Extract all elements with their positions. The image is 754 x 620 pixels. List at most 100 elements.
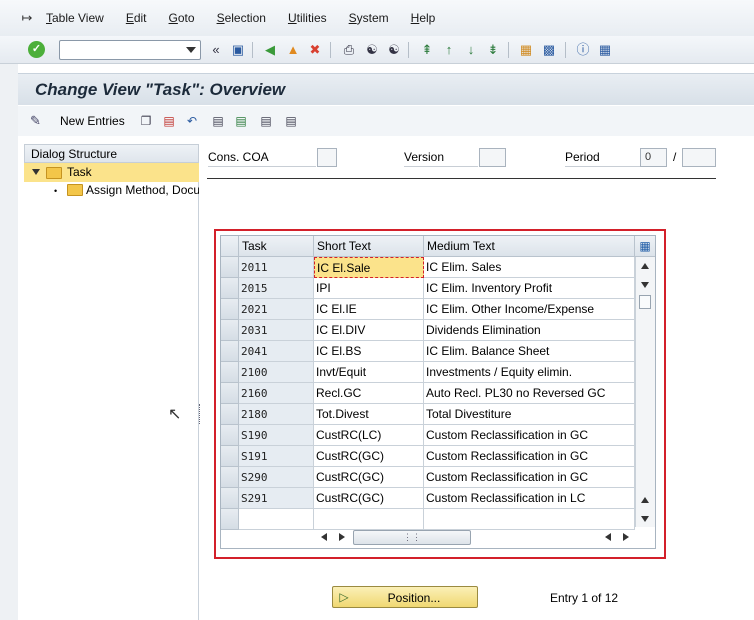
tree-node-task[interactable]: Task <box>24 163 199 182</box>
column-header-short-text[interactable]: Short Text <box>314 236 424 257</box>
print-icon[interactable]: ⎙ <box>341 42 357 58</box>
row-selector[interactable] <box>221 320 239 341</box>
previous-page-icon[interactable]: ↑ <box>441 42 457 58</box>
cell-short-text[interactable]: Invt/Equit <box>314 362 424 383</box>
new-entries-button[interactable]: New Entries <box>60 114 125 128</box>
period-field[interactable]: 0 <box>640 148 667 167</box>
cell-medium-text[interactable]: Custom Reclassification in GC <box>424 467 635 488</box>
cell-medium-text[interactable]: IC Elim. Inventory Profit <box>424 278 635 299</box>
row-selector[interactable] <box>221 257 239 278</box>
cell-short-text[interactable]: IC El.IE <box>314 299 424 320</box>
row-selector[interactable] <box>221 446 239 467</box>
vertical-scrollbar[interactable] <box>635 257 655 527</box>
cell-medium-text[interactable]: IC Elim. Balance Sheet <box>424 341 635 362</box>
cell-medium-text[interactable]: Custom Reclassification in GC <box>424 446 635 467</box>
cell-short-text[interactable]: CustRC(GC) <box>314 446 424 467</box>
find-next-icon[interactable]: ☯ <box>386 42 402 58</box>
chevron-down-icon[interactable] <box>186 47 196 53</box>
scroll-left-end-icon[interactable] <box>605 533 611 541</box>
delete-icon[interactable]: ▤ <box>161 113 177 129</box>
enter-icon[interactable]: ✓ <box>28 41 45 58</box>
version-field[interactable] <box>479 148 506 167</box>
cancel-icon[interactable]: ✖ <box>307 42 323 58</box>
cell-short-text[interactable] <box>314 509 424 530</box>
row-selector[interactable] <box>221 341 239 362</box>
cell-medium-text[interactable]: Dividends Elimination <box>424 320 635 341</box>
column-header-medium-text[interactable]: Medium Text <box>424 236 635 257</box>
column-header-task[interactable]: Task <box>239 236 314 257</box>
row-selector[interactable] <box>221 362 239 383</box>
find-icon[interactable]: ☯ <box>364 42 380 58</box>
cons-coa-field[interactable] <box>317 148 337 167</box>
cell-short-text[interactable]: CustRC(GC) <box>314 488 424 509</box>
fiscal-year-field[interactable] <box>682 148 716 167</box>
row-selector[interactable] <box>221 425 239 446</box>
scroll-page-up-icon[interactable] <box>641 497 649 503</box>
select-block-icon[interactable]: ▤ <box>233 113 249 129</box>
row-selector[interactable] <box>221 278 239 299</box>
row-selector[interactable] <box>221 467 239 488</box>
scroll-left-icon[interactable] <box>321 533 327 541</box>
table-settings-icon[interactable]: ▦ <box>635 236 655 257</box>
next-page-icon[interactable]: ↓ <box>463 42 479 58</box>
scroll-page-down-icon[interactable] <box>641 516 649 522</box>
row-selector[interactable] <box>221 509 239 530</box>
cell-medium-text[interactable] <box>424 509 635 530</box>
new-entries-icon[interactable]: ✎ <box>30 113 41 129</box>
cell-medium-text[interactable]: Investments / Equity elimin. <box>424 362 635 383</box>
menu-table-view[interactable]: Table View <box>46 11 104 25</box>
cell-medium-text[interactable]: Custom Reclassification in LC <box>424 488 635 509</box>
menu-system[interactable]: System <box>349 11 389 25</box>
copy-as-icon[interactable]: ❐ <box>138 113 154 129</box>
row-selector[interactable] <box>221 404 239 425</box>
select-all-icon[interactable]: ▤ <box>210 113 226 129</box>
first-page-icon[interactable]: ⇞ <box>419 42 435 58</box>
cell-medium-text[interactable]: Total Divestiture <box>424 404 635 425</box>
shortcut-icon[interactable]: ▩ <box>541 42 557 58</box>
menu-selection[interactable]: Selection <box>217 11 266 25</box>
cell-short-text[interactable]: IPI <box>314 278 424 299</box>
cell-medium-text[interactable]: IC Elim. Sales <box>424 257 635 278</box>
back-double-icon[interactable]: « <box>208 42 224 58</box>
horizontal-scrollbar[interactable]: ⋮⋮ <box>317 529 633 545</box>
scroll-right-icon[interactable] <box>339 533 345 541</box>
expand-icon[interactable] <box>32 169 40 175</box>
print-field-list-icon[interactable]: ▤ <box>283 113 299 129</box>
row-selector[interactable] <box>221 383 239 404</box>
exit-icon[interactable]: ▲ <box>285 42 301 58</box>
back-icon[interactable]: ◀ <box>262 42 278 58</box>
customize-layout-icon[interactable]: ▦ <box>597 42 613 58</box>
help-icon[interactable]: ⓘ <box>575 42 591 58</box>
cell-short-text[interactable]: IC El.Sale <box>314 257 424 278</box>
command-field[interactable] <box>59 40 201 60</box>
last-page-icon[interactable]: ⇟ <box>485 42 501 58</box>
cell-short-text[interactable]: IC El.DIV <box>314 320 424 341</box>
tree-node-assign[interactable]: • Assign Method, Document <box>24 182 199 201</box>
menu-utilities[interactable]: Utilities <box>288 11 327 25</box>
scroll-right-end-icon[interactable] <box>623 533 629 541</box>
horizontal-scroll-thumb[interactable]: ⋮⋮ <box>353 530 471 545</box>
menu-help[interactable]: Help <box>411 11 436 25</box>
deselect-all-icon[interactable]: ▤ <box>258 113 274 129</box>
splitter-handle[interactable] <box>199 404 201 424</box>
cell-short-text[interactable]: CustRC(GC) <box>314 467 424 488</box>
cell-medium-text[interactable]: Auto Recl. PL30 no Reversed GC <box>424 383 635 404</box>
position-button[interactable]: ▷ Position... <box>332 586 478 608</box>
create-session-icon[interactable]: ▦ <box>518 42 534 58</box>
scroll-thumb[interactable] <box>639 295 651 309</box>
cell-short-text[interactable]: CustRC(LC) <box>314 425 424 446</box>
menu-edit[interactable]: Edit <box>126 11 147 25</box>
scroll-up-icon[interactable] <box>641 263 649 269</box>
cell-short-text[interactable]: IC El.BS <box>314 341 424 362</box>
select-all-rows-button[interactable] <box>221 236 239 257</box>
system-menu-icon[interactable]: ↦ <box>18 10 36 25</box>
undo-change-icon[interactable]: ↶ <box>184 113 200 129</box>
save-icon[interactable]: ▣ <box>230 42 246 58</box>
row-selector[interactable] <box>221 488 239 509</box>
cell-medium-text[interactable]: Custom Reclassification in GC <box>424 425 635 446</box>
cell-medium-text[interactable]: IC Elim. Other Income/Expense <box>424 299 635 320</box>
row-selector[interactable] <box>221 299 239 320</box>
cell-short-text[interactable]: Recl.GC <box>314 383 424 404</box>
cell-short-text[interactable]: Tot.Divest <box>314 404 424 425</box>
menu-goto[interactable]: Goto <box>169 11 195 25</box>
